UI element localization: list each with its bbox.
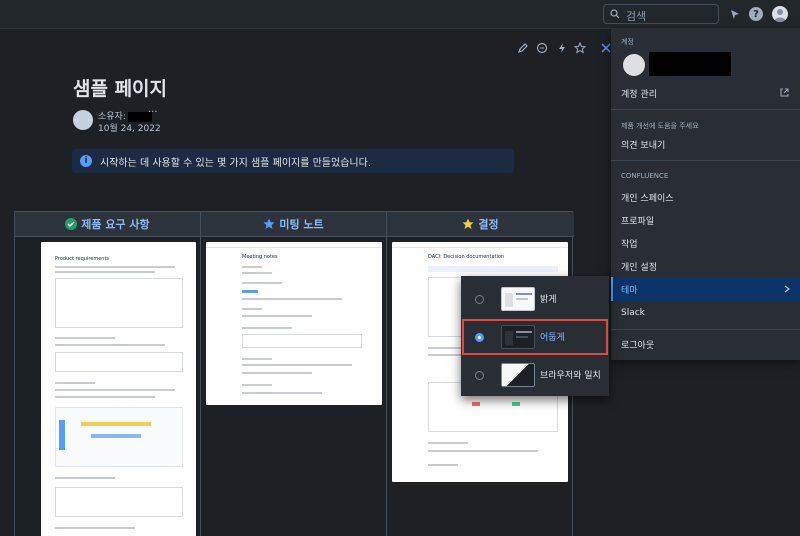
- thumbnail-requirements[interactable]: Product requirements: [41, 242, 196, 536]
- edit-icon[interactable]: [517, 42, 529, 54]
- info-icon: i: [80, 155, 92, 167]
- info-text: 시작하는 데 사용할 수 있는 몇 가지 샘플 페이지를 만들었습니다.: [100, 158, 371, 169]
- menu-item-personal-settings[interactable]: 개인 설정: [621, 260, 657, 273]
- column-label: 결정: [478, 218, 499, 231]
- thumbnail-meeting-notes[interactable]: Meeting notes: [206, 242, 382, 405]
- check-mark-icon: [65, 218, 78, 230]
- info-panel: i 시작하는 데 사용할 수 있는 몇 가지 샘플 페이지를 만들었습니다.: [72, 149, 514, 173]
- chevron-right-icon: [784, 285, 790, 293]
- column-header-meeting-notes: 미팅 노트: [201, 212, 386, 237]
- search-input[interactable]: 검색: [603, 4, 719, 24]
- logout-item[interactable]: 로그아웃: [621, 338, 654, 351]
- menu-item-theme-label: 테마: [621, 286, 638, 296]
- page-date: 10월 24, 2022: [98, 124, 161, 134]
- menu-divider: [611, 160, 800, 161]
- star-icon[interactable]: [574, 42, 586, 54]
- redacted-account-name: [649, 52, 731, 76]
- page-title: 샘플 페이지: [73, 78, 168, 100]
- account-avatar: [623, 54, 645, 76]
- comment-icon[interactable]: [536, 42, 548, 54]
- menu-divider: [611, 109, 800, 110]
- menu-item-profile[interactable]: 프로파일: [621, 214, 654, 227]
- search-placeholder: 검색: [626, 10, 647, 23]
- column-header-requirements: 제품 요구 사항: [15, 212, 200, 237]
- automation-icon[interactable]: [556, 42, 568, 54]
- gold-star-icon: [462, 218, 474, 229]
- account-section-heading: 계정: [621, 38, 634, 46]
- user-avatar-button[interactable]: [772, 6, 788, 22]
- menu-item-personal-space[interactable]: 개인 스페이스: [621, 191, 674, 204]
- theme-option-label: 밝게: [540, 295, 557, 305]
- column-label: 제품 요구 사항: [81, 218, 150, 231]
- search-icon: [610, 9, 620, 19]
- more-actions-button[interactable]: ···: [148, 107, 158, 118]
- theme-option-dark[interactable]: 어둡게: [461, 318, 609, 356]
- blue-star-icon: [263, 218, 275, 229]
- author-avatar: [73, 110, 93, 130]
- notifications-icon[interactable]: [726, 6, 742, 22]
- theme-submenu: 밝게 어둡게 브라우저와 일치: [461, 276, 609, 396]
- external-link-icon: [780, 88, 789, 97]
- radio-light[interactable]: [475, 295, 484, 304]
- thumbnail-title: Meeting notes: [242, 254, 278, 260]
- theme-option-match-browser[interactable]: 브라우저와 일치: [461, 356, 609, 394]
- feedback-section-heading: 제품 개선에 도움을 주세요: [621, 122, 699, 130]
- column-label: 미팅 노트: [279, 218, 324, 231]
- theme-option-label: 브라우저와 일치: [540, 371, 601, 381]
- thumbnail-title: DACI: Decision documentation: [428, 254, 505, 260]
- menu-item-slack[interactable]: Slack: [621, 308, 645, 318]
- radio-match-browser[interactable]: [475, 371, 484, 380]
- menu-item-theme[interactable]: 테마: [611, 277, 800, 301]
- selection-highlight: [462, 319, 608, 355]
- account-menu: 계정 계정 관리 제품 개선에 도움을 주세요 의견 보내기 CONFLUENC…: [611, 28, 800, 360]
- send-feedback-item[interactable]: 의견 보내기: [621, 138, 665, 151]
- menu-divider: [611, 329, 800, 330]
- share-icon[interactable]: [601, 42, 611, 54]
- help-icon[interactable]: ?: [749, 7, 763, 21]
- column-header-decision: 결정: [387, 212, 574, 237]
- top-navigation-bar: 검색 ?: [0, 0, 800, 29]
- confluence-section-heading: CONFLUENCE: [621, 172, 669, 180]
- table-column-meeting-notes: 미팅 노트 Meeting notes: [201, 212, 387, 536]
- thumbnail-title: Product requirements: [55, 256, 110, 262]
- menu-item-tasks[interactable]: 작업: [621, 237, 638, 250]
- light-theme-preview-icon: [501, 287, 535, 311]
- manage-account-link[interactable]: 계정 관리: [621, 87, 657, 100]
- auto-theme-preview-icon: [501, 363, 535, 387]
- theme-option-light[interactable]: 밝게: [461, 280, 609, 318]
- table-column-requirements: 제품 요구 사항 Product requirements: [15, 212, 201, 536]
